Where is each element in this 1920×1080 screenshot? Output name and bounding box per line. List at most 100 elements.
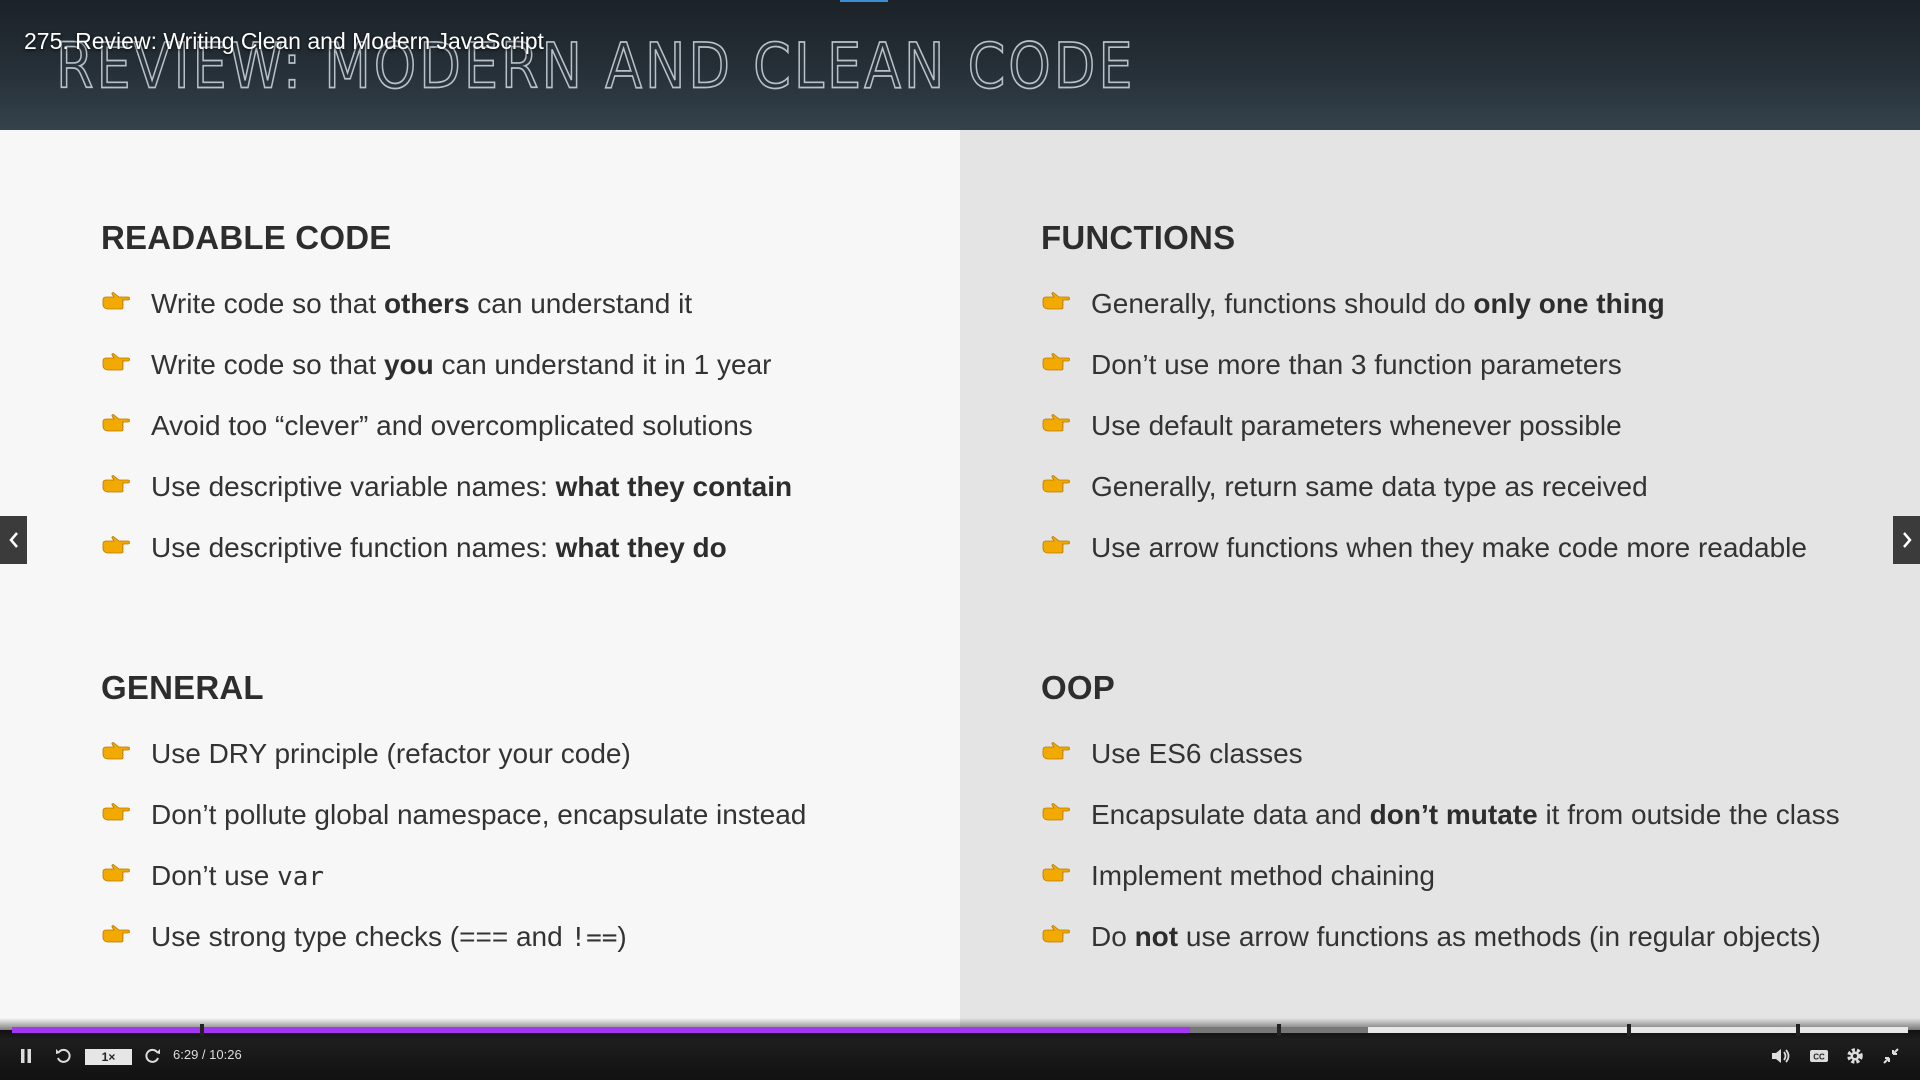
video-title: 275. Review: Writing Clean and Modern Ja…	[24, 28, 544, 54]
item-text: Encapsulate data and	[1091, 799, 1370, 830]
pause-button[interactable]	[16, 1046, 36, 1066]
item-text: Use descriptive variable names:	[151, 471, 556, 502]
chapter-marker[interactable]	[199, 1024, 204, 1036]
pointing-hand-icon	[1041, 292, 1071, 314]
item-text: Use descriptive function names:	[151, 532, 556, 563]
item-text: )	[617, 921, 627, 952]
item-text: Do	[1091, 921, 1135, 952]
time-readout: 6:29 / 10:26	[173, 1047, 242, 1062]
item-text: Use arrow functions when they make code …	[1091, 532, 1807, 563]
forward-button[interactable]	[143, 1046, 163, 1066]
list-item: Use descriptive variable names: what the…	[101, 469, 792, 530]
pointing-hand-icon	[1041, 742, 1071, 764]
bullet-list: Use DRY principle (refactor your code) D…	[101, 736, 806, 980]
forward-icon	[145, 1048, 160, 1063]
rewind-button[interactable]	[53, 1046, 73, 1066]
item-text: Write code so that	[151, 288, 384, 319]
current-time: 6:29	[173, 1047, 199, 1062]
progress-bar[interactable]	[12, 1024, 1908, 1036]
section-readable-code: READABLE CODE Write code so that others …	[101, 216, 792, 591]
list-item: Use arrow functions when they make code …	[1041, 530, 1807, 591]
duration: 10:26	[209, 1047, 242, 1062]
time-separator: /	[198, 1047, 210, 1062]
chapter-marker[interactable]	[1627, 1024, 1632, 1036]
item-text: Write code so that	[151, 349, 384, 380]
item-text: Don’t pollute global namespace, encapsul…	[151, 799, 807, 830]
captions-button[interactable]: CC	[1808, 1046, 1830, 1066]
pointing-hand-icon	[101, 292, 131, 314]
item-text: use arrow functions as methods (in regul…	[1178, 921, 1821, 952]
list-item: Use strong type checks (=== and !==)	[101, 919, 806, 980]
list-item: Use DRY principle (refactor your code)	[101, 736, 806, 797]
previous-slide-button[interactable]	[0, 516, 27, 564]
rewind-icon	[56, 1048, 71, 1063]
item-text: can understand it in 1 year	[433, 349, 772, 380]
item-emphasis: only one thing	[1473, 288, 1665, 319]
item-text: Avoid too “clever” and overcomplicated s…	[151, 410, 753, 441]
item-text: Use DRY principle (refactor your code)	[151, 738, 631, 769]
chapter-marker[interactable]	[1276, 1024, 1281, 1036]
section-heading: GENERAL	[101, 669, 264, 706]
bullet-list: Write code so that others can understand…	[101, 286, 792, 591]
item-text: Generally, functions should do	[1091, 288, 1474, 319]
next-slide-button[interactable]	[1893, 516, 1920, 564]
item-emphasis: don’t mutate	[1369, 799, 1538, 830]
list-item: Encapsulate data and don’t mutate it fro…	[1041, 797, 1840, 858]
slide-left-column: READABLE CODE Write code so that others …	[0, 130, 960, 1030]
list-item: Use ES6 classes	[1041, 736, 1840, 797]
pointing-hand-icon	[1041, 414, 1071, 436]
item-emphasis: not	[1134, 921, 1179, 952]
item-text: Use ES6 classes	[1091, 738, 1303, 769]
item-text: Use default parameters whenever possible	[1091, 410, 1622, 441]
bullet-list: Use ES6 classes Encapsulate data and don…	[1041, 736, 1840, 980]
item-emphasis: others	[383, 288, 470, 319]
pointing-hand-icon	[1041, 353, 1071, 375]
pointing-hand-icon	[1041, 803, 1071, 825]
slide-header: REVIEW: MODERN AND CLEAN CODE 275. Revie…	[0, 0, 1920, 130]
list-item: Don’t use more than 3 function parameter…	[1041, 347, 1807, 408]
pointing-hand-icon	[1041, 475, 1071, 497]
section-general: GENERAL Use DRY principle (refactor your…	[101, 666, 806, 980]
list-item: Avoid too “clever” and overcomplicated s…	[101, 408, 792, 469]
chapter-marker[interactable]	[1796, 1024, 1801, 1036]
chevron-right-icon	[1902, 532, 1912, 548]
section-oop: OOP Use ES6 classes Encapsulate data and…	[1041, 666, 1840, 980]
item-emphasis: what they contain	[555, 471, 793, 502]
item-text: Generally, return same data type as rece…	[1091, 471, 1648, 502]
item-text: Don’t use more than 3 function parameter…	[1091, 349, 1622, 380]
video-player-controls: 1× 6:29 / 10:26 CC	[0, 1018, 1920, 1080]
volume-icon	[1772, 1049, 1790, 1063]
list-item: Generally, return same data type as rece…	[1041, 469, 1807, 530]
item-code: var	[277, 862, 325, 892]
item-emphasis: you	[383, 349, 434, 380]
list-item: Do not use arrow functions as methods (i…	[1041, 919, 1840, 980]
settings-button[interactable]	[1844, 1046, 1866, 1066]
list-item: Implement method chaining	[1041, 858, 1840, 919]
volume-button[interactable]	[1770, 1046, 1792, 1066]
captions-icon: CC	[1810, 1050, 1828, 1062]
item-emphasis: what they do	[555, 532, 727, 563]
pointing-hand-icon	[101, 353, 131, 375]
exit-fullscreen-icon	[1883, 1048, 1899, 1064]
playback-speed-button[interactable]: 1×	[85, 1049, 132, 1065]
exit-fullscreen-button[interactable]	[1880, 1046, 1902, 1066]
pointing-hand-icon	[101, 803, 131, 825]
pause-icon	[21, 1049, 31, 1063]
pointing-hand-icon	[101, 864, 131, 886]
bullet-list: Generally, functions should do only one …	[1041, 286, 1807, 591]
section-functions: FUNCTIONS Generally, functions should do…	[1041, 216, 1807, 591]
pointing-hand-icon	[1041, 925, 1071, 947]
section-heading: READABLE CODE	[101, 219, 392, 256]
chevron-left-icon	[8, 532, 18, 548]
pointing-hand-icon	[101, 925, 131, 947]
pointing-hand-icon	[101, 475, 131, 497]
item-text: it from outside the class	[1537, 799, 1840, 830]
list-item: Don’t use var	[101, 858, 806, 919]
pointing-hand-icon	[1041, 864, 1071, 886]
list-item: Write code so that you can understand it…	[101, 347, 792, 408]
pointing-hand-icon	[101, 536, 131, 558]
list-item: Use default parameters whenever possible	[1041, 408, 1807, 469]
section-heading: OOP	[1041, 669, 1115, 706]
item-text: can understand it	[469, 288, 693, 319]
svg-text:CC: CC	[1813, 1053, 1825, 1062]
